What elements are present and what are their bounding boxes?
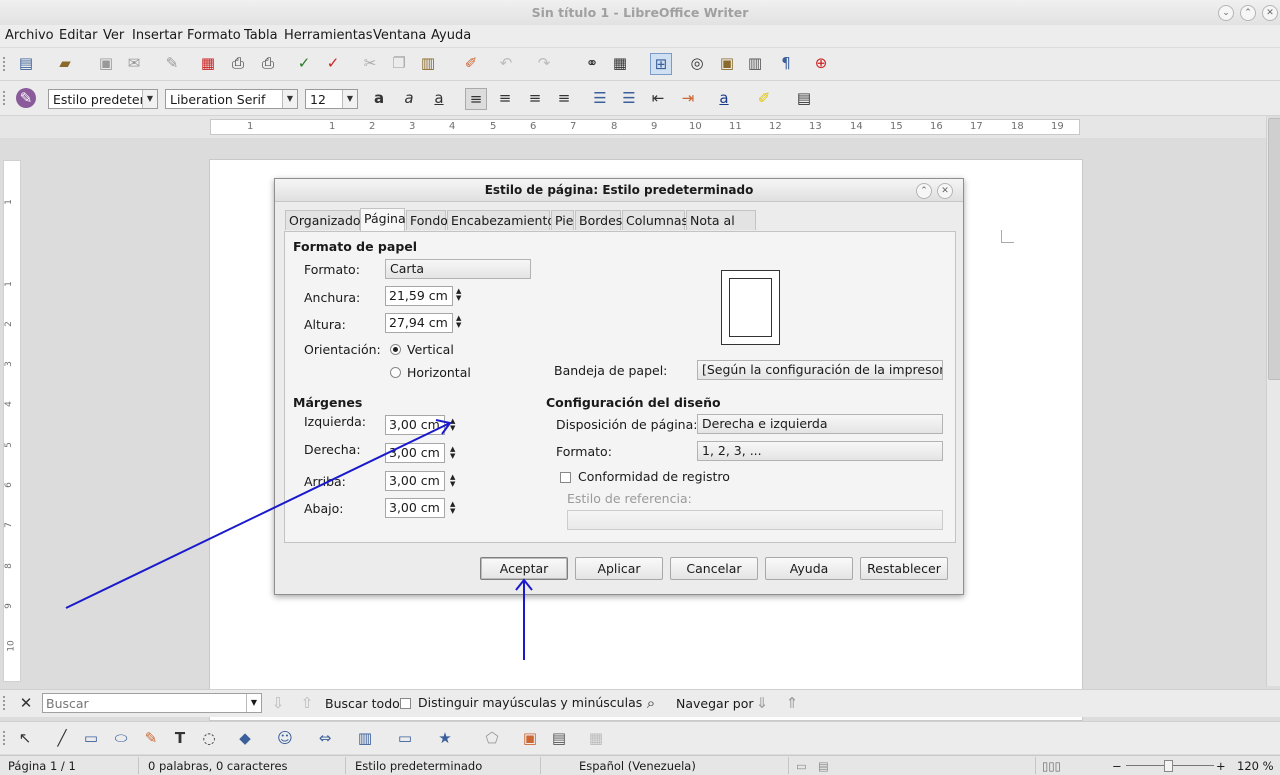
status-separator — [1035, 757, 1036, 774]
points-icon[interactable]: ⬠ — [482, 728, 502, 748]
symbol-shapes-icon[interactable]: ☺ — [275, 728, 295, 748]
block-arrows-icon[interactable]: ⇔ — [315, 728, 335, 748]
freeform-icon[interactable]: ✎ — [141, 728, 161, 748]
match-case-checkbox[interactable] — [400, 698, 411, 709]
close-find-icon[interactable]: ✕ — [16, 693, 36, 713]
stars-icon[interactable]: ★ — [435, 728, 455, 748]
ellipse-icon[interactable]: ⬭ — [111, 728, 131, 748]
find-all-button[interactable]: Buscar todo — [325, 696, 400, 711]
find-replace-icon[interactable]: ⌕ — [641, 693, 661, 713]
zoom-out-icon[interactable]: − — [1112, 759, 1122, 773]
find-toolbar: ✕ ▼ ⇩ ⇧ Buscar todo Distinguir mayúscula… — [0, 689, 1280, 717]
status-separator — [540, 757, 541, 774]
page-count[interactable]: Página 1 / 1 — [8, 759, 76, 773]
line-icon[interactable]: ╱ — [52, 728, 72, 748]
text-box-icon[interactable]: T — [170, 728, 190, 748]
zoom-level[interactable]: 120 % — [1237, 759, 1274, 773]
fontwork-text-icon[interactable]: ▣ — [520, 728, 540, 748]
arrow-to-margin-left — [65, 422, 451, 609]
basic-shapes-icon[interactable]: ◆ — [235, 728, 255, 748]
toolbar-grip[interactable] — [3, 731, 9, 745]
find-input[interactable] — [43, 694, 243, 712]
status-separator — [345, 757, 346, 774]
rectangle-icon[interactable]: ▭ — [81, 728, 101, 748]
find-previous-icon[interactable]: ⇩ — [268, 693, 288, 713]
word-count[interactable]: 0 palabras, 0 caracteres — [148, 759, 288, 773]
drawing-toolbar: ↖ ╱ ▭ ⬭ ✎ T ◌ ◆ ☺ ⇔ ▥ ▭ ★ ⬠ ▣ ▤ ▦ — [0, 721, 1280, 754]
document-modified-icon[interactable]: ▤ — [818, 759, 829, 773]
match-case-label[interactable]: Distinguir mayúsculas y minúsculas — [418, 695, 642, 710]
status-bar: Página 1 / 1 0 palabras, 0 caracteres Es… — [0, 755, 1280, 775]
zoom-slider-handle[interactable] — [1164, 760, 1173, 772]
insert-image-icon[interactable]: ▤ — [549, 728, 569, 748]
insert-mode-icon[interactable]: ▭ — [796, 759, 807, 773]
flowchart-icon[interactable]: ▥ — [355, 728, 375, 748]
navigate-by-label: Navegar por — [676, 696, 754, 711]
chevron-down-icon[interactable]: ▼ — [246, 694, 261, 712]
callout-icon[interactable]: ◌ — [199, 728, 219, 748]
extrusion-icon[interactable]: ▦ — [586, 728, 606, 748]
status-separator — [788, 757, 789, 774]
language-status[interactable]: Español (Venezuela) — [579, 759, 696, 773]
page-style-status[interactable]: Estilo predeterminado — [355, 759, 482, 773]
callouts-icon[interactable]: ▭ — [395, 728, 415, 748]
find-next-icon[interactable]: ⇧ — [297, 693, 317, 713]
view-layout-icon[interactable]: ▯▯▯ — [1042, 759, 1061, 773]
navigate-down-icon[interactable]: ⇓ — [752, 693, 772, 713]
annotation-arrows — [65, 419, 533, 660]
navigate-up-icon[interactable]: ⇑ — [782, 693, 802, 713]
toolbar-grip[interactable] — [3, 696, 9, 710]
zoom-in-icon[interactable]: + — [1216, 759, 1226, 773]
select-pointer-icon[interactable]: ↖ — [15, 728, 35, 748]
status-separator — [138, 757, 139, 774]
find-input-wrapper: ▼ — [42, 693, 262, 713]
